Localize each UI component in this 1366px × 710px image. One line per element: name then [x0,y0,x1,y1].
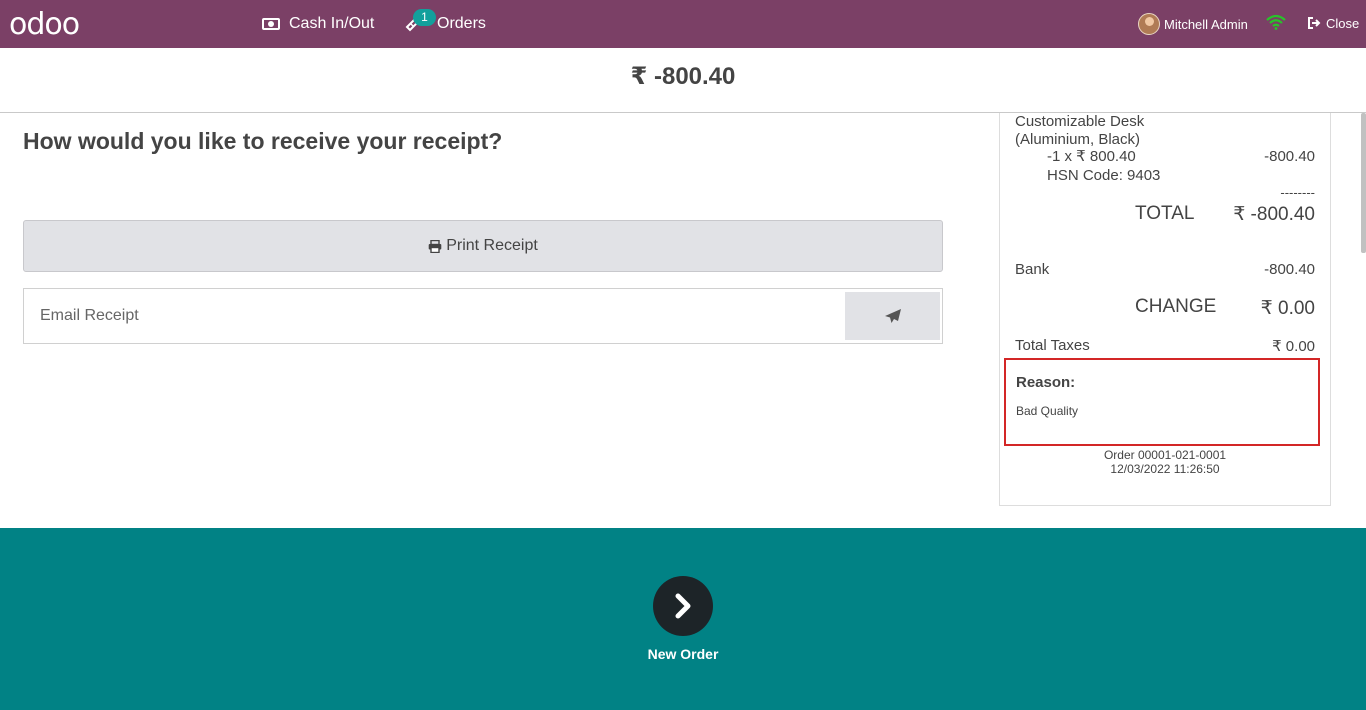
receipt-preview: Customizable Desk (Aluminium, Black) -1 … [999,113,1331,506]
receipt-question: How would you like to receive your recei… [23,128,503,154]
print-receipt-label: Print Receipt [446,237,538,254]
reason-value: Bad Quality [1016,404,1079,418]
receipt-product-variant: (Aluminium, Black) [1015,131,1141,148]
paper-plane-icon [884,309,901,323]
receipt-divider: -------- [1280,185,1315,200]
amount-header: ₹ -800.40 [0,48,1366,113]
new-order-button[interactable] [653,576,713,636]
email-receipt-input[interactable] [25,290,843,342]
receipt-taxes-value: ₹ 0.00 [1272,338,1315,355]
orders-count-badge: 1 [413,9,436,26]
receipt-change-value: ₹ 0.00 [1260,298,1315,319]
chevron-right-icon [675,593,691,619]
cash-in-out-button[interactable]: Cash In/Out [262,14,374,34]
send-email-button[interactable] [845,292,940,340]
user-name: Mitchell Admin [1164,16,1248,32]
bottom-action-bar: New Order [0,528,1366,710]
print-icon [428,239,442,253]
receipt-hsn-code: HSN Code: 9403 [1047,167,1161,184]
sign-out-icon [1307,16,1321,30]
receipt-change-label: CHANGE [1135,296,1217,317]
close-label: Close [1326,15,1360,31]
receipt-total-value: ₹ -800.40 [1233,204,1315,225]
user-menu[interactable]: Mitchell Admin [1138,12,1248,36]
order-amount: ₹ -800.40 [630,63,736,90]
receipt-scrollbar[interactable] [1361,113,1366,253]
cash-in-out-label: Cash In/Out [289,15,375,32]
wifi-icon [1266,14,1286,30]
receipt-payment-value: -800.40 [1264,261,1315,278]
receipt-taxes-label: Total Taxes [1015,337,1090,354]
receipt-product-name: Customizable Desk [1015,113,1145,130]
refund-reason-box: Reason: Bad Quality [1004,358,1320,446]
receipt-order-date: 12/03/2022 11:26:50 [1110,462,1220,476]
receipt-qty-price: -1 x ₹ 800.40 [1047,148,1136,165]
close-button[interactable]: Close [1307,14,1359,32]
receipt-payment-method: Bank [1015,261,1050,278]
top-navbar: odoo Cash In/Out Orders 1 Mitchell Admin [0,0,1366,48]
receipt-line-total: -800.40 [1264,148,1315,165]
money-icon [262,18,280,30]
receipt-total-label: TOTAL [1135,203,1195,224]
receipt-order-ref: Order 00001-021-0001 [1103,448,1227,462]
odoo-logo: odoo [9,6,80,42]
new-order-label[interactable]: New Order [0,646,1366,662]
email-receipt-group [23,288,943,344]
orders-label: Orders [437,15,486,32]
print-receipt-button[interactable]: Print Receipt [23,220,943,272]
reason-label: Reason: [1016,374,1076,391]
avatar [1138,13,1160,35]
